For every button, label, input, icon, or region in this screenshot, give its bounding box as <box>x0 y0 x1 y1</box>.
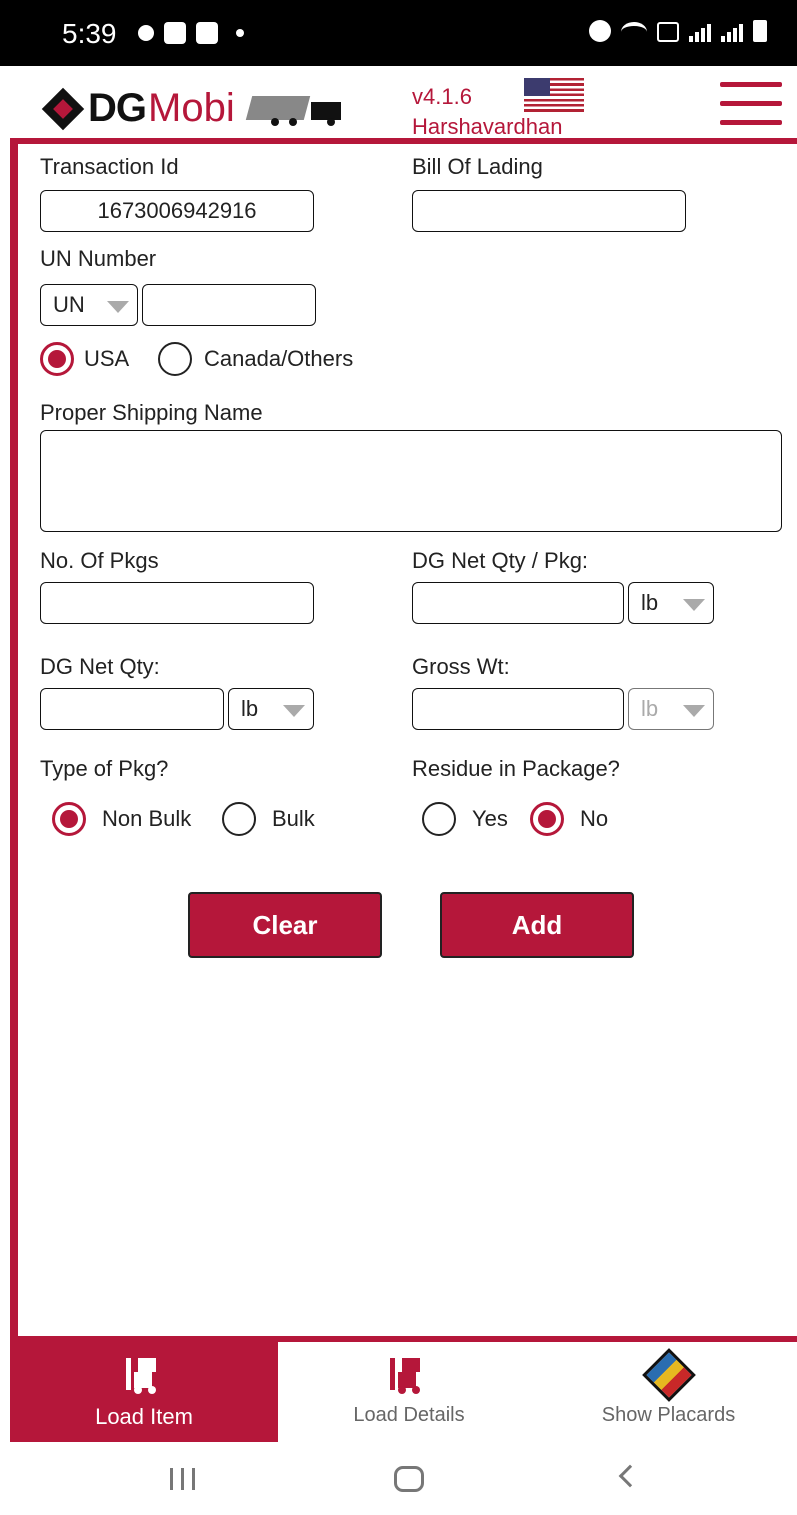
app-version: v4.1.6 <box>412 84 472 109</box>
word-icon <box>196 22 218 44</box>
signal-icon-2 <box>721 24 743 42</box>
un-number-field[interactable] <box>142 284 316 326</box>
no-of-pkgs-label: No. Of Pkgs <box>40 548 159 573</box>
forklift-icon <box>124 1358 164 1394</box>
status-notification-icons <box>138 22 244 44</box>
un-number-label: UN Number <box>40 246 157 271</box>
alarm-icon <box>589 20 611 42</box>
non-bulk-radio-label: Non Bulk <box>102 806 192 831</box>
logo-text-mobi: Mobi <box>148 86 235 130</box>
unit-value: lb <box>641 590 659 615</box>
residue-yes-radio[interactable] <box>422 802 456 836</box>
dg-net-qty-per-pkg-unit-select[interactable]: lb <box>628 582 714 624</box>
unit-value: lb <box>641 696 659 721</box>
dg-net-qty-label: DG Net Qty: <box>40 654 160 679</box>
gross-wt-unit-select: lb <box>628 688 714 730</box>
dropdown-arrow-icon <box>283 705 305 717</box>
bulk-radio[interactable] <box>222 802 256 836</box>
logo-text-dg: DG <box>88 86 147 130</box>
gross-wt-label: Gross Wt: <box>412 654 510 679</box>
truck-icon <box>241 92 351 126</box>
residue-yes-radio-label: Yes <box>472 806 508 831</box>
recent-apps-icon[interactable] <box>170 1468 195 1490</box>
usa-radio-label: USA <box>84 346 130 371</box>
un-prefix-select[interactable]: UN <box>40 284 138 326</box>
canada-others-radio[interactable] <box>158 342 192 376</box>
dg-net-qty-unit-select[interactable]: lb <box>228 688 314 730</box>
tab-show-placards[interactable]: Show Placards <box>540 1342 797 1442</box>
app-header: DG Mobi v4.1.6 Harshavardhan <box>0 66 797 140</box>
bulk-radio-label: Bulk <box>272 806 315 831</box>
notification-icon <box>138 25 154 41</box>
non-bulk-radio[interactable] <box>52 802 86 836</box>
wifi-icon <box>621 22 647 42</box>
transaction-id-label: Transaction Id <box>40 154 179 179</box>
proper-shipping-name-textarea[interactable] <box>40 430 782 532</box>
transaction-id-field[interactable]: 1673006942916 <box>40 190 314 232</box>
residue-label: Residue in Package? <box>412 756 620 781</box>
dropdown-arrow-icon <box>683 599 705 611</box>
status-system-icons <box>589 20 767 42</box>
dgmobi-logo: DG Mobi <box>41 86 351 131</box>
status-bar: 5:39 <box>0 0 797 66</box>
placard-icon <box>642 1348 696 1402</box>
tab-show-placards-label: Show Placards <box>601 1404 736 1426</box>
home-icon[interactable] <box>394 1466 424 1492</box>
teams-icon <box>164 22 186 44</box>
dropdown-arrow-icon <box>683 705 705 717</box>
dropdown-arrow-icon <box>107 301 129 313</box>
proper-shipping-name-label: Proper Shipping Name <box>40 400 263 425</box>
residue-no-radio-label: No <box>580 806 609 831</box>
battery-icon <box>753 20 767 42</box>
system-navigation-bar <box>0 1442 797 1515</box>
logo-diamond-icon <box>41 87 85 130</box>
tab-load-details[interactable]: Load Details <box>278 1342 540 1442</box>
tab-load-item-label: Load Item <box>95 1404 193 1429</box>
tab-load-details-label: Load Details <box>353 1404 465 1426</box>
add-button[interactable]: Add <box>440 892 634 958</box>
status-time: 5:39 <box>62 18 117 49</box>
user-name: Harshavardhan <box>412 114 563 139</box>
dg-net-qty-per-pkg-field[interactable] <box>412 582 624 624</box>
dg-net-qty-per-pkg-label: DG Net Qty / Pkg: <box>412 548 589 573</box>
back-icon[interactable] <box>618 1464 642 1488</box>
more-notifications-icon <box>236 29 244 37</box>
hamburger-menu-icon[interactable] <box>720 82 782 126</box>
usa-radio[interactable] <box>40 342 74 376</box>
bill-of-lading-label: Bill Of Lading <box>412 154 543 179</box>
residue-no-radio[interactable] <box>530 802 564 836</box>
canada-others-radio-label: Canada/Others <box>204 346 354 371</box>
us-flag-icon[interactable] <box>524 78 584 112</box>
clear-button[interactable]: Clear <box>188 892 382 958</box>
bottom-tab-bar: Load Item Load Details Show Placards <box>10 1336 797 1442</box>
signal-icon <box>689 24 711 42</box>
no-of-pkgs-field[interactable] <box>40 582 314 624</box>
unit-value: lb <box>241 696 259 721</box>
dg-net-qty-field[interactable] <box>40 688 224 730</box>
un-prefix-value: UN <box>53 292 85 317</box>
load-item-form: Transaction Id Bill Of Lading 1673006942… <box>10 138 797 1338</box>
lte-icon <box>657 22 679 42</box>
tab-load-item[interactable]: Load Item <box>10 1342 278 1442</box>
forklift-icon <box>388 1358 428 1394</box>
type-of-pkg-label: Type of Pkg? <box>40 756 169 781</box>
gross-wt-field[interactable] <box>412 688 624 730</box>
bill-of-lading-field[interactable] <box>412 190 686 232</box>
